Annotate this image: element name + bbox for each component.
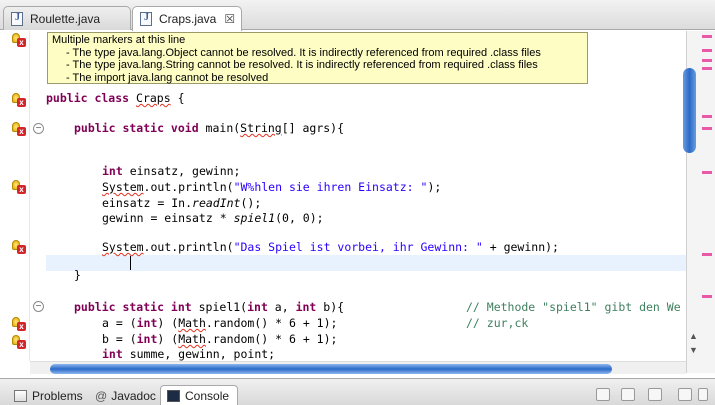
overview-error-mark[interactable] xyxy=(702,67,712,70)
error-marker-icon[interactable]: x xyxy=(12,180,26,194)
error-marker-icon[interactable]: x xyxy=(12,93,26,107)
tooltip-message: - The type java.lang.String cannot be re… xyxy=(66,59,538,71)
java-file-icon: J xyxy=(11,11,23,26)
fold-toggle-icon[interactable]: − xyxy=(33,301,44,312)
scroll-down-arrow-icon[interactable]: ▼ xyxy=(689,345,698,355)
tab-label: Console xyxy=(185,389,230,403)
code-line: System.out.println("Das Spiel ist vorbei… xyxy=(102,240,559,254)
error-marker-icon[interactable]: x xyxy=(12,240,26,254)
tab-label: Problems xyxy=(32,388,83,403)
vertical-scrollbar-thumb[interactable] xyxy=(683,68,696,153)
code-line: } xyxy=(74,268,81,282)
overview-error-mark[interactable] xyxy=(702,253,712,256)
console-icon xyxy=(167,390,180,402)
vertical-ruler: x x x x x x x xyxy=(0,31,30,361)
open-console-icon[interactable] xyxy=(678,388,692,401)
scroll-lock-icon[interactable] xyxy=(621,388,635,401)
editor-tab-bar: J Roulette.java J Craps.java ☒ xyxy=(0,0,715,31)
view-menu-icon[interactable] xyxy=(698,388,708,401)
error-marker-icon[interactable]: x xyxy=(12,122,26,136)
error-marker-icon[interactable]: x xyxy=(12,317,26,331)
overview-error-mark[interactable] xyxy=(702,59,712,62)
error-marker-icon[interactable]: x xyxy=(12,33,26,47)
horizontal-scrollbar[interactable] xyxy=(30,361,686,374)
code-editor[interactable]: x x x x x x x − − public class Craps { p… xyxy=(0,31,715,374)
bottom-view-tabs: Problems @ Javadoc Console xyxy=(0,378,715,405)
overview-error-mark[interactable] xyxy=(702,127,712,130)
code-line: int summe, gewinn, point; xyxy=(102,347,276,361)
overview-error-mark[interactable] xyxy=(702,295,712,298)
current-line-highlight xyxy=(46,255,686,271)
scroll-up-arrow-icon[interactable]: ▲ xyxy=(689,331,698,341)
tab-problems[interactable]: Problems xyxy=(8,385,88,405)
code-line: public static void main(String[] agrs){ xyxy=(74,121,345,135)
tab-label: Craps.java xyxy=(159,12,217,26)
tooltip-message: - The type java.lang.Object cannot be re… xyxy=(66,46,541,59)
problems-icon xyxy=(14,389,27,402)
overview-error-mark[interactable] xyxy=(702,35,712,38)
overview-error-mark[interactable] xyxy=(702,115,712,118)
at-icon: @ xyxy=(95,388,108,403)
code-line: public class Craps { xyxy=(46,91,185,105)
horizontal-scrollbar-thumb[interactable] xyxy=(50,364,612,374)
tooltip-title: Multiple markers at this line xyxy=(52,34,186,46)
clear-console-icon[interactable] xyxy=(596,388,610,401)
close-tab-icon[interactable]: ☒ xyxy=(224,12,235,26)
fold-toggle-icon[interactable]: − xyxy=(33,123,44,134)
code-comment: // zur,ck xyxy=(466,316,529,330)
tab-roulette-java[interactable]: J Roulette.java xyxy=(3,6,131,30)
tab-label: Javadoc xyxy=(111,388,156,403)
overview-error-mark[interactable] xyxy=(702,171,712,174)
pin-console-icon[interactable] xyxy=(648,388,662,401)
text-caret xyxy=(130,256,131,270)
tab-console[interactable]: Console xyxy=(160,385,238,405)
tab-javadoc[interactable]: @ Javadoc xyxy=(91,385,159,405)
problem-hover-tooltip: Multiple markers at this line - The type… xyxy=(47,32,588,84)
tab-craps-java[interactable]: J Craps.java ☒ xyxy=(132,6,242,31)
error-marker-icon[interactable]: x xyxy=(12,335,26,349)
tab-label: Roulette.java xyxy=(30,11,101,26)
java-file-icon: J xyxy=(140,12,152,26)
code-line: gewinn = einsatz * spiel1(0, 0); xyxy=(102,211,324,225)
tooltip-message: - The import java.lang cannot be resolve… xyxy=(66,71,269,84)
overview-error-mark[interactable] xyxy=(702,49,712,52)
